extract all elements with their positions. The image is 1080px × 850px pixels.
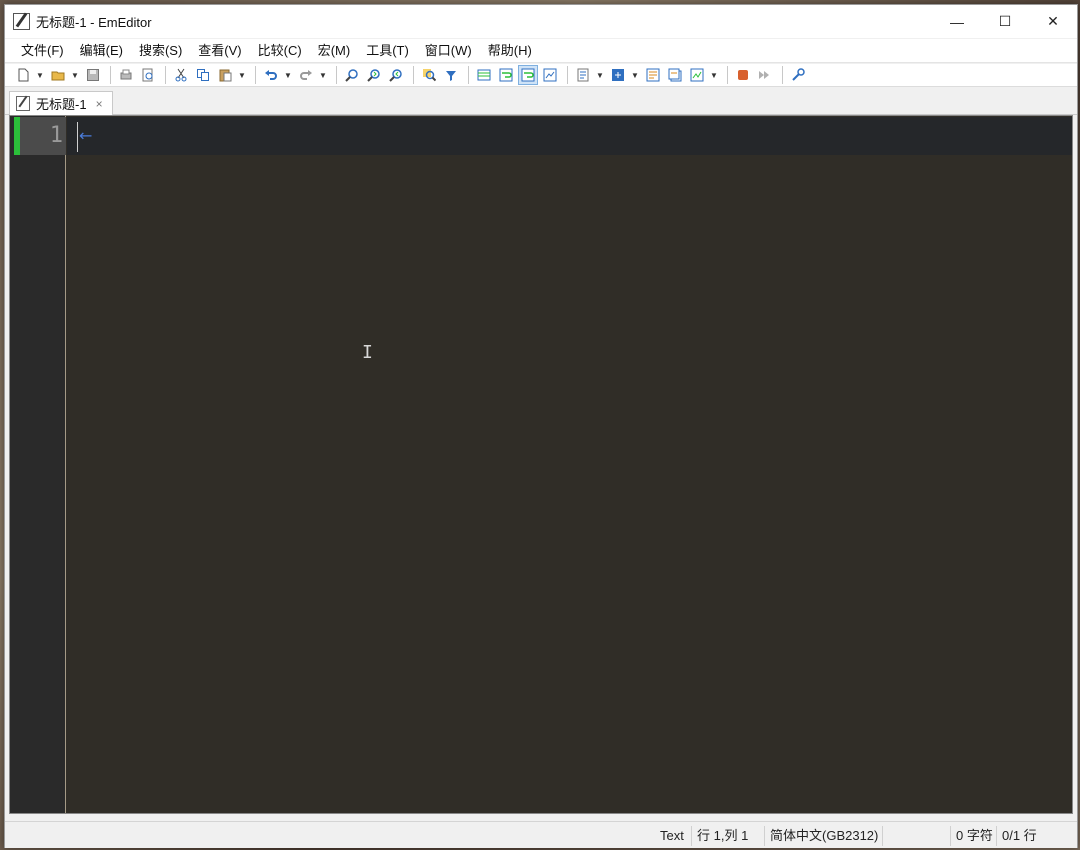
toolbar-separator	[336, 66, 337, 84]
line-number-gutter: 1	[10, 116, 66, 813]
plugins-icon[interactable]	[788, 65, 808, 85]
filter-icon[interactable]	[441, 65, 461, 85]
toolbar-separator	[727, 66, 728, 84]
window-controls: — ☐ ✕	[933, 5, 1077, 38]
toolbar-separator	[782, 66, 783, 84]
paste-icon[interactable]	[215, 65, 235, 85]
menu-bar: 文件(F) 编辑(E) 搜索(S) 查看(V) 比较(C) 宏(M) 工具(T)…	[5, 39, 1077, 63]
status-line-count: 0/1 行	[996, 826, 1037, 846]
maximize-button[interactable]: ☐	[981, 5, 1029, 38]
find-icon[interactable]	[342, 65, 362, 85]
encoding-icon[interactable]	[608, 65, 628, 85]
tab-untitled-1[interactable]: 无标题-1 ×	[9, 91, 113, 115]
document-icon	[16, 96, 30, 111]
close-button[interactable]: ✕	[1029, 5, 1077, 38]
window-wrap-icon[interactable]	[518, 65, 538, 85]
find-next-icon[interactable]	[364, 65, 384, 85]
tab-label: 无标题-1	[36, 97, 87, 112]
title-bar[interactable]: 无标题-1 - EmEditor — ☐ ✕	[5, 5, 1077, 38]
menu-edit[interactable]: 编辑(E)	[72, 39, 131, 63]
encoding-dropdown-icon[interactable]: ▼	[630, 65, 640, 85]
cut-icon[interactable]	[171, 65, 191, 85]
page-wrap-icon[interactable]	[540, 65, 560, 85]
redo-dropdown-icon[interactable]: ▼	[318, 65, 328, 85]
print-preview-icon[interactable]	[138, 65, 158, 85]
editor-area[interactable]: 1 ← I	[9, 115, 1073, 814]
menu-help[interactable]: 帮助(H)	[480, 39, 540, 63]
tab-strip: 无标题-1 ×	[5, 88, 1077, 115]
open-file-dropdown-icon[interactable]: ▼	[70, 65, 80, 85]
undo-icon[interactable]	[261, 65, 281, 85]
menu-window[interactable]: 窗口(W)	[417, 39, 480, 63]
word-wrap-icon[interactable]	[496, 65, 516, 85]
ibeam-cursor-icon: I	[362, 342, 373, 363]
minimize-button[interactable]: —	[933, 5, 981, 38]
macro-record-icon[interactable]	[733, 65, 753, 85]
new-file-icon[interactable]	[13, 65, 33, 85]
macro-run-icon[interactable]	[755, 65, 775, 85]
properties-icon[interactable]	[573, 65, 593, 85]
line-number: 1	[20, 117, 66, 155]
csv-mode-icon[interactable]	[474, 65, 494, 85]
text-caret	[77, 122, 78, 152]
editor-window: 无标题-1 - EmEditor — ☐ ✕ 文件(F) 编辑(E) 搜索(S)…	[4, 4, 1078, 848]
eol-arrow-icon: ←	[79, 126, 93, 145]
menu-compare[interactable]: 比较(C)	[250, 39, 310, 63]
menu-macro[interactable]: 宏(M)	[310, 39, 359, 63]
window-title: 无标题-1 - EmEditor	[36, 15, 152, 30]
status-char-count: 0 字符	[950, 826, 993, 846]
status-bar: Text 行 1,列 1 简体中文(GB2312) 0 字符 0/1 行	[5, 821, 1077, 848]
toolbar-separator	[255, 66, 256, 84]
status-mode[interactable]: Text	[655, 826, 684, 846]
current-line-highlight	[67, 117, 1072, 155]
redo-icon[interactable]	[296, 65, 316, 85]
tab-close-icon[interactable]: ×	[96, 97, 103, 111]
toolbar-separator	[567, 66, 568, 84]
toolbar-separator	[413, 66, 414, 84]
status-position[interactable]: 行 1,列 1	[691, 826, 748, 846]
menu-file[interactable]: 文件(F)	[13, 39, 72, 63]
document-view-dropdown-icon[interactable]: ▼	[709, 65, 719, 85]
properties-dropdown-icon[interactable]: ▼	[595, 65, 605, 85]
toolbar-separator	[468, 66, 469, 84]
menu-tools[interactable]: 工具(T)	[358, 39, 417, 63]
highlight-search-icon[interactable]	[419, 65, 439, 85]
print-icon[interactable]	[116, 65, 136, 85]
menu-search[interactable]: 搜索(S)	[131, 39, 190, 63]
copy-icon[interactable]	[193, 65, 213, 85]
undo-dropdown-icon[interactable]: ▼	[283, 65, 293, 85]
menu-view[interactable]: 查看(V)	[190, 39, 249, 63]
paste-dropdown-icon[interactable]: ▼	[237, 65, 247, 85]
open-file-icon[interactable]	[48, 65, 68, 85]
new-file-dropdown-icon[interactable]: ▼	[35, 65, 45, 85]
toolbar: ▼ ▼ ▼ ▼ ▼ ▼ ▼ ▼	[5, 64, 1077, 87]
markers-icon[interactable]	[665, 65, 685, 85]
save-icon[interactable]	[83, 65, 103, 85]
find-previous-icon[interactable]	[386, 65, 406, 85]
app-icon[interactable]	[13, 13, 30, 30]
status-encoding[interactable]: 简体中文(GB2312)	[764, 826, 878, 846]
marks-icon[interactable]	[643, 65, 663, 85]
status-empty-segment	[882, 826, 942, 846]
document-view-icon[interactable]	[687, 65, 707, 85]
toolbar-separator	[110, 66, 111, 84]
toolbar-separator	[165, 66, 166, 84]
